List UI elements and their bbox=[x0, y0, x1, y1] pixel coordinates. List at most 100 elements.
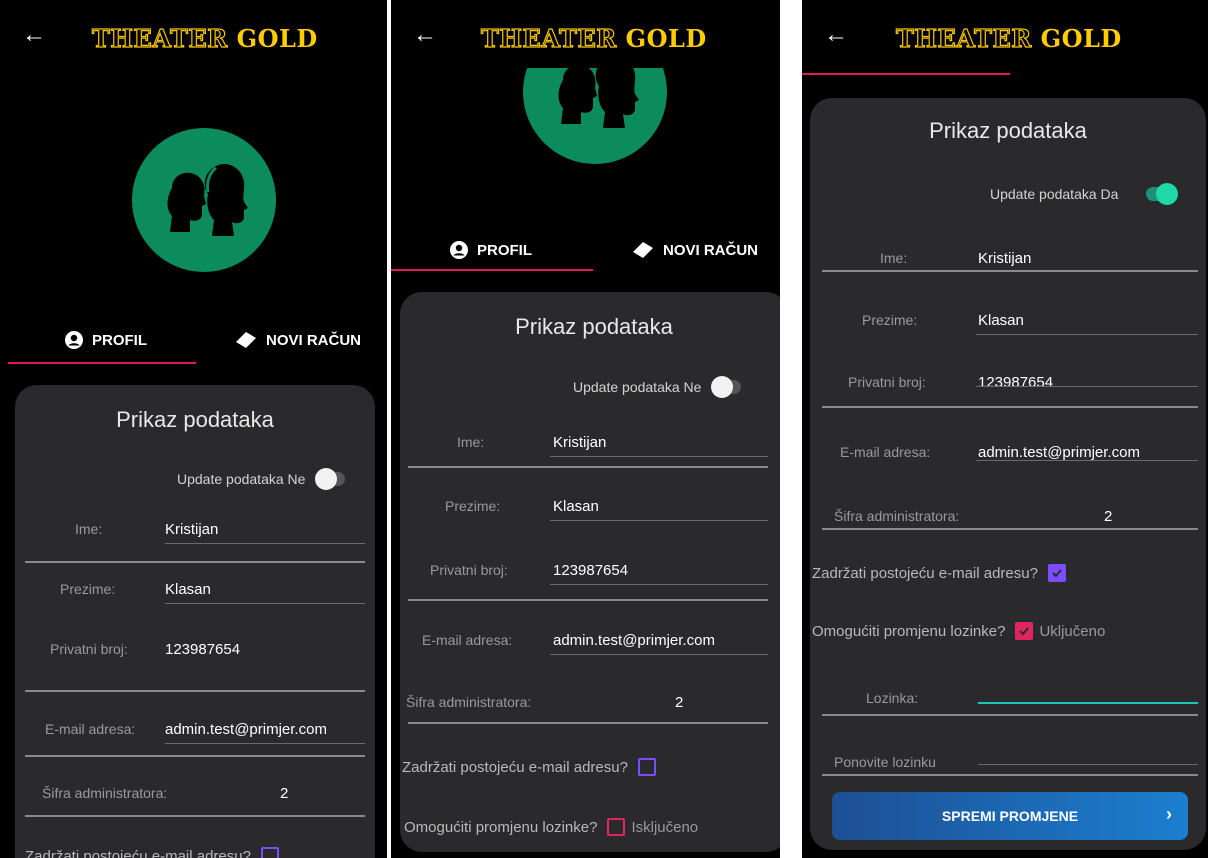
zadrzati-email-row: Zadržati postojeću e-mail adresu? bbox=[812, 564, 1066, 582]
sifra-label: Šifra administratora: bbox=[42, 785, 168, 801]
update-value: Ne bbox=[683, 379, 702, 395]
field-email: E-mail adresa: admin.test@primjer.com bbox=[810, 426, 1206, 486]
tab-novi-racun[interactable]: NOVI RAČUN bbox=[631, 232, 758, 268]
data-card: Prikaz podataka Update podataka Ne Ime: … bbox=[400, 292, 780, 852]
email-label: E-mail adresa: bbox=[840, 444, 931, 460]
update-switch[interactable] bbox=[711, 376, 742, 398]
omoguciti-lozinka-label: Omogućiti promjenu lozinke? bbox=[812, 622, 1006, 640]
field-ime: Ime: Kristijan bbox=[15, 503, 375, 563]
field-prezime: Prezime: Klasan bbox=[15, 563, 375, 623]
email-input[interactable]: admin.test@primjer.com bbox=[553, 632, 715, 649]
prezime-input[interactable]: Klasan bbox=[165, 581, 211, 598]
omoguciti-lozinka-state: Uključeno bbox=[1039, 622, 1106, 640]
zadrzati-email-checkbox[interactable] bbox=[260, 847, 279, 858]
check-icon bbox=[1019, 627, 1030, 636]
prezime-label: Prezime: bbox=[60, 581, 116, 597]
chevron-right-icon: › bbox=[1166, 804, 1172, 824]
field-email: E-mail adresa: admin.test@primjer.com bbox=[400, 614, 780, 674]
sifra-value: 2 bbox=[280, 785, 289, 802]
update-switch[interactable] bbox=[1146, 183, 1179, 205]
privatni-broj-label: Privatni broj: bbox=[50, 641, 128, 657]
ponovite-lozinku-input[interactable] bbox=[978, 764, 1198, 765]
ime-input[interactable]: Kristijan bbox=[553, 434, 606, 451]
ticket-icon bbox=[236, 332, 256, 348]
field-privatni-broj: Privatni broj: 123987654 bbox=[15, 623, 375, 692]
data-card: Prikaz podataka Update podataka Ne Ime: … bbox=[15, 385, 375, 858]
field-ime: Ime: Kristijan bbox=[400, 416, 780, 476]
card-title: Prikaz podataka bbox=[116, 407, 274, 432]
app-logo: THEATER GOLD bbox=[91, 23, 318, 53]
field-lozinka: Lozinka: bbox=[810, 672, 1206, 732]
privatni-broj-input[interactable]: 123987654 bbox=[165, 641, 240, 658]
field-privatni-broj: Privatni broj: 123987654 bbox=[400, 544, 780, 604]
field-ponovite-lozinku: Ponovite lozinku bbox=[810, 736, 1206, 796]
active-tab-indicator bbox=[8, 362, 196, 364]
tab-novi-racun-label: NOVI RAČUN bbox=[663, 241, 759, 259]
email-input[interactable]: admin.test@primjer.com bbox=[165, 721, 327, 738]
update-label: Update podataka bbox=[177, 471, 284, 487]
field-ime: Ime: Kristijan bbox=[810, 232, 1206, 292]
user-circle-icon bbox=[65, 331, 83, 349]
tab-profil-label: PROFIL bbox=[92, 331, 147, 349]
omoguciti-lozinka-checkbox[interactable] bbox=[607, 818, 626, 836]
tab-profil-label: PROFIL bbox=[477, 241, 532, 259]
zadrzati-email-row: Zadržati postojeću e-mail adresu? bbox=[25, 847, 279, 858]
tab-bar: PROFIL NOVI RAČUN bbox=[391, 232, 780, 272]
prezime-input[interactable]: Klasan bbox=[978, 312, 1024, 329]
update-toggle-row: Update podataka Ne bbox=[573, 376, 742, 398]
prezime-input[interactable]: Klasan bbox=[553, 498, 599, 515]
sifra-label: Šifra administratora: bbox=[406, 694, 532, 710]
update-value: Da bbox=[1100, 186, 1119, 202]
update-switch[interactable] bbox=[315, 468, 346, 490]
privatni-broj-input[interactable]: 123987654 bbox=[978, 374, 1053, 391]
privatni-broj-label: Privatni broj: bbox=[430, 562, 508, 578]
field-privatni-broj: Privatni broj: 123987654 bbox=[810, 356, 1206, 416]
ime-label: Ime: bbox=[457, 434, 485, 450]
zadrzati-email-checkbox[interactable] bbox=[1047, 564, 1066, 582]
email-input[interactable]: admin.test@primjer.com bbox=[978, 444, 1140, 461]
app-logo-overlay: THEATER GOLD bbox=[480, 23, 707, 53]
email-label: E-mail adresa: bbox=[422, 632, 513, 648]
lozinka-input[interactable] bbox=[978, 702, 1198, 704]
ime-label: Ime: bbox=[75, 521, 103, 537]
omoguciti-lozinka-row: Omogućiti promjenu lozinke? Isključeno bbox=[404, 818, 698, 836]
omoguciti-lozinka-checkbox[interactable] bbox=[1015, 622, 1034, 640]
two-heads-icon bbox=[167, 163, 248, 236]
zadrzati-email-label: Zadržati postojeću e-mail adresu? bbox=[402, 758, 628, 776]
field-prezime: Prezime: Klasan bbox=[400, 480, 780, 540]
tab-novi-racun-label: NOVI RAČUN bbox=[266, 331, 362, 349]
tab-novi-racun[interactable]: NOVI RAČUN bbox=[234, 322, 361, 358]
back-arrow-icon-overlay[interactable]: ← bbox=[413, 23, 437, 47]
sifra-value: 2 bbox=[675, 694, 684, 711]
data-card: Prikaz podataka Update podataka Da Ime: … bbox=[810, 98, 1206, 850]
privatni-broj-input[interactable]: 123987654 bbox=[553, 562, 628, 579]
ime-input[interactable]: Kristijan bbox=[978, 250, 1031, 267]
update-toggle-row: Update podataka Da bbox=[990, 183, 1179, 205]
ponovite-lozinku-label: Ponovite lozinku bbox=[834, 754, 936, 770]
zadrzati-email-label: Zadržati postojeću e-mail adresu? bbox=[812, 564, 1038, 582]
save-button[interactable]: SPREMI PROMJENE › bbox=[832, 792, 1188, 840]
tab-profil[interactable]: PROFIL bbox=[64, 322, 147, 358]
email-label: E-mail adresa: bbox=[45, 721, 136, 737]
sifra-value: 2 bbox=[1104, 508, 1113, 525]
zadrzati-email-row: Zadržati postojeću e-mail adresu? bbox=[402, 758, 656, 776]
zadrzati-email-label: Zadržati postojeću e-mail adresu? bbox=[25, 847, 251, 858]
back-arrow-icon[interactable]: ← bbox=[824, 23, 848, 47]
screen-profile-scrolled: ← THEATER GOLD ← THEATER GOLD PROFIL NOV… bbox=[391, 0, 780, 858]
omoguciti-lozinka-row: Omogućiti promjenu lozinke? Uključeno bbox=[812, 622, 1105, 640]
back-arrow-icon[interactable]: ← bbox=[22, 23, 46, 47]
tab-profil[interactable]: PROFIL bbox=[449, 232, 532, 268]
update-label: Update podataka bbox=[573, 379, 680, 395]
field-sifra: Šifra administratora: 2 bbox=[400, 676, 780, 736]
privatni-broj-label: Privatni broj: bbox=[848, 374, 926, 390]
update-value: Ne bbox=[287, 471, 306, 487]
field-email: E-mail adresa: admin.test@primjer.com bbox=[15, 703, 375, 763]
prezime-label: Prezime: bbox=[445, 498, 501, 514]
field-prezime: Prezime: Klasan bbox=[810, 294, 1206, 354]
omoguciti-lozinka-state: Isključeno bbox=[631, 818, 699, 836]
zadrzati-email-checkbox[interactable] bbox=[637, 758, 656, 776]
card-title: Prikaz podataka bbox=[929, 118, 1087, 143]
profile-avatar bbox=[132, 128, 276, 272]
check-icon bbox=[1052, 569, 1062, 578]
ime-input[interactable]: Kristijan bbox=[165, 521, 218, 538]
